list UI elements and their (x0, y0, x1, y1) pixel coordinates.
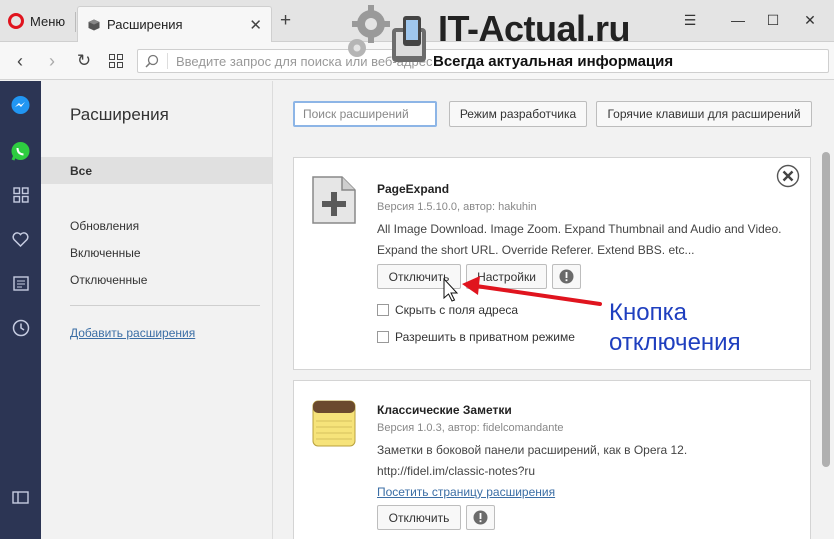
heart-icon[interactable] (8, 227, 33, 252)
tab-title: Расширения (107, 17, 183, 32)
gears-logo-icon (348, 5, 426, 62)
maximize-icon[interactable]: ☐ (763, 12, 783, 29)
disable-button[interactable]: Отключить (377, 505, 461, 530)
annotation-line1: Кнопка (609, 299, 687, 326)
report-button[interactable] (466, 505, 495, 530)
remove-extension-icon[interactable] (776, 164, 800, 188)
puzzle-icon (312, 176, 356, 224)
minimize-icon[interactable]: — (728, 12, 748, 28)
disable-button[interactable]: Отключить (377, 264, 461, 289)
hotkeys-button[interactable]: Горячие клавиши для расширений (596, 101, 812, 127)
allow-private-row[interactable]: Разрешить в приватном режиме (377, 330, 575, 344)
extension-card-classic-notes: Классические Заметки Версия 1.0.3, автор… (293, 380, 811, 539)
hide-from-address-checkbox[interactable] (377, 304, 389, 316)
extension-description-line2: Expand the short URL. Override Referer. … (377, 243, 695, 257)
opera-sidebar (0, 81, 41, 539)
extension-description-line1: All Image Download. Image Zoom. Expand T… (377, 222, 782, 236)
address-divider (167, 53, 168, 69)
speed-dial-icon[interactable] (106, 51, 126, 71)
menu-button[interactable]: Меню (8, 10, 65, 32)
nav-divider (70, 305, 260, 306)
extension-search-input[interactable]: Поиск расширений (293, 101, 437, 127)
sidebar-toggle-icon[interactable] (8, 485, 33, 510)
nav-item-enabled[interactable]: Включенные (70, 246, 141, 260)
allow-private-checkbox[interactable] (377, 331, 389, 343)
settings-button[interactable]: Настройки (466, 264, 547, 289)
whatsapp-icon[interactable] (8, 139, 33, 164)
cube-icon (88, 19, 100, 30)
watermark-subtitle: Всегда актуальная информация (433, 53, 674, 70)
tab-extensions[interactable]: Расширения ✕ (77, 6, 272, 42)
menu-label: Меню (30, 13, 66, 29)
nav-item-disabled[interactable]: Отключенные (70, 273, 147, 287)
page-title: Расширения (70, 105, 169, 124)
visit-extension-page-link[interactable]: Посетить страницу расширения (377, 485, 555, 499)
hide-from-address-label: Скрыть с поля адреса (395, 303, 519, 317)
close-window-icon[interactable]: ✕ (800, 12, 820, 29)
forward-icon[interactable]: › (42, 51, 62, 71)
reload-icon[interactable]: ↻ (74, 51, 94, 71)
tab-menu-icon[interactable]: ☰ (680, 12, 700, 29)
tab-separator (75, 12, 76, 32)
extensions-main: Поиск расширений Режим разработчика Горя… (274, 81, 834, 539)
grid-icon[interactable] (8, 182, 33, 207)
main-scrollbar[interactable] (822, 152, 830, 467)
extension-description-line1: Заметки в боковой панели расширений, как… (377, 443, 688, 457)
search-icon (145, 54, 159, 68)
hide-from-address-row[interactable]: Скрыть с поля адреса (377, 303, 518, 317)
add-extensions-link[interactable]: Добавить расширения (70, 326, 195, 340)
extension-name: PageExpand (377, 182, 450, 196)
warning-icon (559, 269, 574, 284)
close-icon[interactable]: ✕ (249, 16, 262, 34)
clock-icon[interactable] (8, 315, 33, 340)
developer-mode-button[interactable]: Режим разработчика (449, 101, 587, 127)
warning-icon (473, 510, 488, 525)
nav-item-all[interactable]: Все (41, 157, 272, 184)
extension-name: Классические Заметки (377, 403, 512, 417)
report-button[interactable] (552, 264, 581, 289)
notepad-icon (312, 400, 356, 447)
messenger-icon[interactable] (8, 93, 33, 118)
news-icon[interactable] (8, 271, 33, 296)
allow-private-label: Разрешить в приватном режиме (395, 330, 575, 344)
opera-logo-icon (8, 13, 24, 29)
annotation-line2: отключения (609, 329, 741, 356)
extension-meta: Версия 1.0.3, автор: fidelcomandante (377, 422, 564, 434)
back-icon[interactable]: ‹ (10, 51, 30, 71)
extension-meta: Версия 1.5.10.0, автор: hakuhin (377, 201, 537, 213)
extensions-nav: Расширения Все Обновления Включенные Отк… (41, 81, 273, 539)
plus-icon[interactable]: + (280, 11, 291, 30)
extension-description-line2: http://fidel.im/classic-notes?ru (377, 464, 536, 478)
annotation-label: Кнопка отключения (609, 298, 741, 358)
watermark-title: IT-Actual.ru (438, 8, 631, 49)
nav-item-updates[interactable]: Обновления (70, 219, 139, 233)
watermark: IT-Actual.ru Всегда актуальная информаци… (345, 2, 675, 72)
